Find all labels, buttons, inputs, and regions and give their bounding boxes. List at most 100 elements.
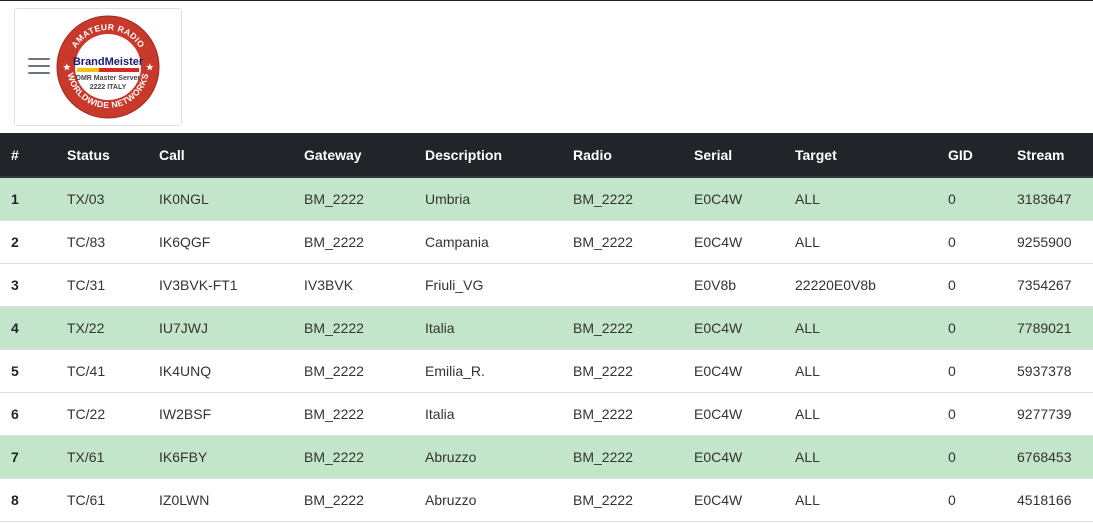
column-header-status: Status	[67, 133, 159, 178]
cell-gid: 0	[948, 405, 956, 422]
cell-gid: 0	[948, 491, 956, 508]
logo-title: BrandMeister	[73, 56, 144, 68]
cell-num: 1	[11, 190, 19, 207]
cell-gateway: IV3BVK	[304, 276, 354, 293]
brandmeister-logo[interactable]: AMATEUR RADIO WORLDWIDE NETWORKS BrandMe…	[55, 14, 161, 120]
cell-num: 6	[11, 405, 19, 422]
cell-radio: BM_2222	[573, 319, 633, 336]
logo-subtitle: DMR Master Server	[76, 75, 140, 82]
logo-region: 2222 ITALY	[90, 84, 127, 91]
cell-call: IK4UNQ	[159, 362, 212, 379]
cell-serial: E0C4W	[694, 319, 743, 336]
cell-target: ALL	[795, 233, 820, 250]
navbar: AMATEUR RADIO WORLDWIDE NETWORKS BrandMe…	[0, 1, 1093, 133]
cell-gid: 0	[948, 448, 956, 465]
menu-bar	[28, 65, 50, 67]
cell-serial: E0C4W	[694, 448, 743, 465]
cell-radio	[573, 263, 694, 306]
cell-gid: 0	[948, 276, 956, 293]
cell-target: ALL	[795, 319, 820, 336]
cell-gid: 0	[948, 233, 956, 250]
cell-status: TC/41	[67, 362, 106, 379]
cell-call: IZ0LWN	[159, 491, 210, 508]
cell-serial: E0C4W	[694, 233, 743, 250]
cell-radio: BM_2222	[573, 233, 633, 250]
cell-description: Italia	[425, 405, 455, 422]
cell-serial: E0C4W	[694, 491, 743, 508]
cell-serial: E0V8b	[694, 276, 737, 293]
cell-radio: BM_2222	[573, 405, 633, 422]
cell-num: 5	[11, 362, 19, 379]
menu-toggle-icon[interactable]	[28, 58, 50, 75]
table-row[interactable]: 8 TC/61 IZ0LWN BM_2222 Abruzzo BM_2222 E0C4W AL…	[0, 478, 1093, 521]
cell-target: ALL	[795, 448, 820, 465]
cell-gateway: BM_2222	[304, 491, 364, 508]
logo-star-right: ★	[146, 62, 155, 72]
cell-description: Emilia_R.	[425, 362, 485, 379]
cell-num: 2	[11, 233, 19, 250]
table-row[interactable]: 4 TX/22 IU7JWJ BM_2222 Italia BM_2222 E0C4W ALL…	[0, 306, 1093, 349]
cell-radio: BM_2222	[573, 491, 633, 508]
column-header-call: Call	[159, 133, 304, 178]
cell-gid: 0	[948, 319, 956, 336]
column-header-radio: Radio	[573, 133, 694, 178]
cell-description: Friuli_VG	[425, 276, 484, 293]
table-row[interactable]: 3 TC/31 IV3BVK-FT1 IV3BVK Friuli_VG E0V8b 2222…	[0, 263, 1093, 306]
cell-num: 4	[11, 319, 19, 336]
cell-gateway: BM_2222	[304, 190, 364, 207]
cell-target: ALL	[795, 190, 820, 207]
cell-stream: 6768453	[1017, 448, 1072, 465]
cell-stream: 9255900	[1017, 233, 1072, 250]
cell-gateway: BM_2222	[304, 233, 364, 250]
cell-gateway: BM_2222	[304, 405, 364, 422]
table-header-row: # Status Call Gateway Description Radio Serial…	[0, 133, 1093, 178]
menu-bar	[28, 58, 50, 60]
menu-bar	[28, 72, 50, 74]
column-header-target: Target	[795, 133, 948, 178]
cell-status: TX/61	[67, 448, 105, 465]
table-row[interactable]: 7 TX/61 IK6FBY BM_2222 Abruzzo BM_2222 E0C4W AL…	[0, 435, 1093, 478]
cell-description: Abruzzo	[425, 491, 477, 508]
cell-radio: BM_2222	[573, 362, 633, 379]
cell-stream: 3183647	[1017, 190, 1072, 207]
logo-star-left: ★	[63, 62, 72, 72]
column-header-serial: Serial	[694, 133, 795, 178]
table-row[interactable]: 1 TX/03 IK0NGL BM_2222 Umbria BM_2222 E0C4W ALL…	[0, 177, 1093, 220]
cell-target: ALL	[795, 491, 820, 508]
cell-call: IK6FBY	[159, 448, 208, 465]
cell-call: IK0NGL	[159, 190, 209, 207]
table-row[interactable]: 2 TC/83 IK6QGF BM_2222 Campania BM_2222 E0C4W A…	[0, 220, 1093, 263]
cell-stream: 5937378	[1017, 362, 1072, 379]
cell-target: 22220E0V8b	[795, 276, 876, 293]
column-header-description: Description	[425, 133, 573, 178]
cell-serial: E0C4W	[694, 190, 743, 207]
cell-call: IU7JWJ	[159, 319, 208, 336]
table-row[interactable]: 6 TC/22 IW2BSF BM_2222 Italia BM_2222 E0C4W ALL…	[0, 392, 1093, 435]
cell-status: TC/22	[67, 405, 106, 422]
cell-gid: 0	[948, 362, 956, 379]
column-header-gid: GID	[948, 133, 1017, 178]
cell-status: TC/83	[67, 233, 106, 250]
table-row[interactable]: 5 TC/41 IK4UNQ BM_2222 Emilia_R. BM_2222 E0C4W…	[0, 349, 1093, 392]
cell-radio: BM_2222	[573, 190, 633, 207]
cell-serial: E0C4W	[694, 405, 743, 422]
brand-panel: AMATEUR RADIO WORLDWIDE NETWORKS BrandMe…	[14, 8, 182, 126]
cell-radio: BM_2222	[573, 448, 633, 465]
cell-description: Umbria	[425, 190, 471, 207]
cell-gateway: BM_2222	[304, 319, 364, 336]
cell-gateway: BM_2222	[304, 448, 364, 465]
column-header-gateway: Gateway	[304, 133, 425, 178]
cell-stream: 9277739	[1017, 405, 1072, 422]
cell-status: TC/31	[67, 276, 106, 293]
cell-stream: 7354267	[1017, 276, 1072, 293]
cell-gateway: BM_2222	[304, 362, 364, 379]
cell-call: IK6QGF	[159, 233, 211, 250]
cell-serial: E0C4W	[694, 362, 743, 379]
cell-num: 8	[11, 491, 19, 508]
cell-num: 3	[11, 276, 19, 293]
cell-call: IW2BSF	[159, 405, 212, 422]
cell-stream: 4518166	[1017, 491, 1072, 508]
cell-status: TC/61	[67, 491, 106, 508]
cell-num: 7	[11, 448, 19, 465]
cell-description: Abruzzo	[425, 448, 477, 465]
